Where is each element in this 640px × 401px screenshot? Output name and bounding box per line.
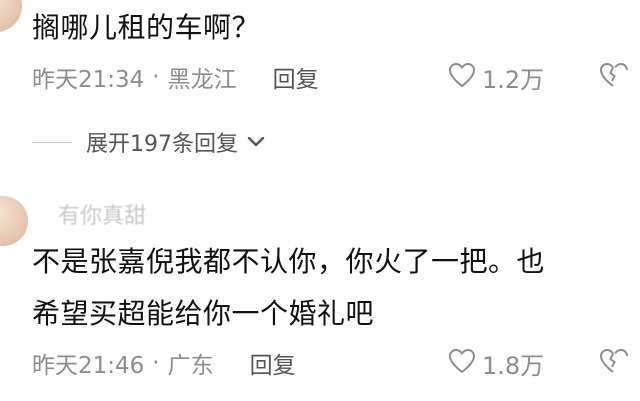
like-count: 1.8万 bbox=[482, 352, 545, 380]
heart-outline-icon bbox=[448, 62, 476, 94]
like-button[interactable]: 1.8万 bbox=[448, 346, 544, 381]
avatar[interactable] bbox=[0, 196, 28, 246]
divider bbox=[32, 141, 72, 143]
comment-time: 昨天21:34 bbox=[32, 67, 145, 93]
chevron-down-icon bbox=[246, 130, 266, 155]
like-button[interactable]: 1.2万 bbox=[448, 60, 544, 95]
comment-meta: 昨天21:46 · 广东 回复 bbox=[32, 346, 296, 380]
comment-location: 广东 bbox=[167, 353, 214, 379]
dislike-button[interactable] bbox=[598, 348, 628, 378]
comment-text: 搁哪儿租的车啊？ bbox=[32, 11, 261, 44]
expand-text: 展开197条回复 bbox=[86, 132, 238, 157]
like-count: 1.2万 bbox=[482, 66, 545, 94]
reply-button[interactable]: 回复 bbox=[273, 60, 319, 94]
comment-meta: 昨天21:34 · 黑龙江 回复 bbox=[32, 60, 319, 94]
expand-replies[interactable]: 展开197条回复 bbox=[32, 126, 266, 158]
comment-location: 黑龙江 bbox=[167, 67, 237, 93]
broken-heart-icon bbox=[598, 348, 628, 378]
dislike-button[interactable] bbox=[598, 62, 628, 92]
avatar[interactable] bbox=[0, 0, 22, 32]
heart-outline-icon bbox=[448, 348, 476, 380]
broken-heart-icon bbox=[598, 62, 628, 92]
comment-text-line-1: 不是张嘉倪我都不认你，你火了一把。也 bbox=[32, 245, 546, 278]
comment-text-line-2: 希望买超能给你一个婚礼吧 bbox=[32, 297, 375, 330]
meta-separator: · bbox=[152, 64, 160, 90]
comment-author[interactable]: 有你真甜 bbox=[58, 198, 146, 230]
reply-button[interactable]: 回复 bbox=[250, 346, 296, 380]
expand-replies-label[interactable]: 展开197条回复 bbox=[86, 126, 266, 158]
meta-separator: · bbox=[152, 350, 160, 376]
comment-time: 昨天21:46 bbox=[32, 353, 145, 379]
